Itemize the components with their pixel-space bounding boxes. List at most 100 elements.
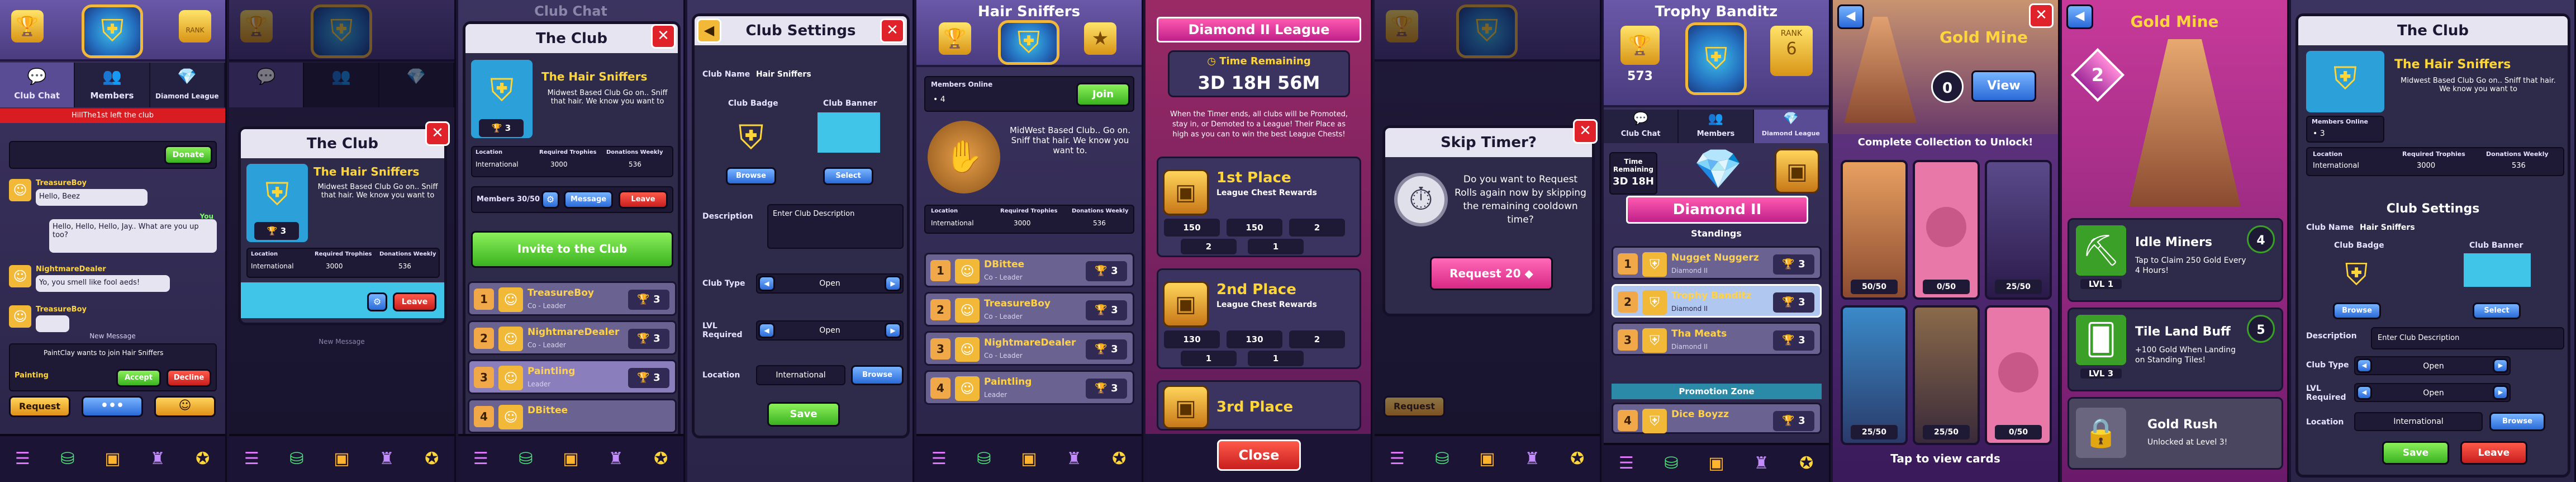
member-row[interactable]: 3 ☺ NightmareDealer Co - Leader 🏆 3 (924, 331, 1134, 366)
menu-icon[interactable]: ☰ (8, 445, 37, 474)
menu-icon[interactable]: ☰ (1382, 445, 1411, 474)
chat-input-button[interactable]: ••• (82, 396, 143, 417)
accept-button[interactable]: Accept (116, 369, 161, 387)
member-row[interactable]: 4 ☺ DBittee (468, 399, 677, 433)
donate-button[interactable]: Donate (164, 145, 212, 164)
leave-button[interactable]: Leave (2460, 441, 2527, 465)
shop-icon[interactable]: ⛁ (511, 445, 540, 474)
leave-button[interactable]: Leave (393, 292, 436, 311)
shop-icon[interactable]: ⛁ (969, 445, 999, 474)
trophy-icon[interactable]: ✪ (417, 445, 446, 474)
member-row[interactable]: 1 ☺ TreasureBoy Co - Leader 🏆 3 (468, 281, 677, 316)
close-icon[interactable]: ✕ (425, 121, 450, 146)
collection-card[interactable]: 25/50 (1985, 160, 2052, 300)
collection-card[interactable]: 25/50 (1841, 305, 1908, 445)
request-skip-button[interactable]: Request 20 ◆ (1430, 257, 1553, 290)
chevron-right-icon[interactable]: ▶ (2493, 358, 2508, 373)
tab-members[interactable]: 👥 Members (1679, 110, 1754, 143)
standings-row[interactable]: 4 ⛨ Dice Boyzz 🏆 3 (1612, 403, 1822, 434)
leave-button[interactable]: Leave (619, 191, 668, 209)
select-banner-button[interactable]: Select (2473, 303, 2521, 319)
tab-members[interactable]: 👥 Members (75, 63, 150, 107)
close-icon[interactable]: ✕ (2029, 3, 2054, 28)
shop-icon[interactable]: ⛁ (1428, 445, 1457, 474)
shop-icon[interactable]: ⛁ (282, 445, 311, 474)
club-icon[interactable]: ♜ (601, 445, 630, 474)
tab-diamond-league[interactable]: 💎 Diamond League (150, 63, 225, 107)
emoji-button[interactable]: ☺ (154, 396, 216, 417)
member-row[interactable]: 4 ☺ Paintling Leader 🏆 3 (924, 370, 1134, 405)
chest-icon[interactable]: ▣ (327, 445, 356, 474)
message-button[interactable]: Message (564, 191, 613, 209)
club-icon[interactable]: ♜ (1747, 449, 1776, 478)
close-icon[interactable]: ✕ (1573, 119, 1598, 144)
collection-card-locked[interactable]: 0/50 (1985, 305, 2052, 445)
request-button[interactable]: Request (1384, 396, 1445, 417)
collection-card[interactable]: 25/50 (1913, 305, 1980, 445)
browse-badge-button[interactable]: Browse (2333, 303, 2381, 319)
request-button[interactable]: Request (9, 396, 70, 417)
close-icon[interactable]: ✕ (880, 18, 905, 43)
tab-club-chat[interactable]: 💬 Club Chat (1604, 110, 1679, 143)
chevron-right-icon[interactable]: ▶ (2493, 385, 2508, 400)
chest-icon[interactable]: ▣ (1775, 149, 1819, 193)
description-field[interactable]: Enter Club Description (767, 204, 904, 249)
chevron-left-icon[interactable]: ◀ (2356, 358, 2372, 373)
member-row[interactable]: 3 ☺ Paintling Leader 🏆 3 (468, 360, 677, 394)
shop-icon[interactable]: ⛁ (53, 445, 82, 474)
tab-diamond-league[interactable]: 💎 Diamond League (1753, 110, 1829, 143)
club-icon[interactable]: ♜ (143, 445, 172, 474)
chest-icon[interactable]: ▣ (556, 445, 585, 474)
save-button[interactable]: Save (767, 402, 840, 427)
trophy-icon[interactable]: ✪ (647, 445, 676, 474)
member-row[interactable]: 2 ☺ NightmareDealer Co - Leader 🏆 3 (468, 320, 677, 355)
collection-card[interactable]: 50/50 (1841, 160, 1908, 300)
select-banner-button[interactable]: Select (823, 167, 873, 185)
club-icon[interactable]: ♜ (1059, 445, 1089, 474)
shop-icon[interactable]: ⛁ (1657, 449, 1686, 478)
chest-icon[interactable]: ▣ (98, 445, 127, 474)
close-button[interactable]: Close (1217, 440, 1301, 471)
location-field[interactable]: International (756, 365, 845, 385)
tab-club-chat[interactable]: 💬 Club Chat (0, 63, 75, 107)
back-icon[interactable]: ◀ (1837, 4, 1864, 29)
collection-card-locked[interactable]: 0/50 (1913, 160, 1980, 300)
upgrade-card[interactable]: 🂠 LVL 3 Tile Land Buff +100 Gold When La… (2068, 308, 2283, 391)
browse-location-button[interactable]: Browse (851, 365, 904, 385)
view-button[interactable]: View (1971, 70, 2036, 102)
member-row[interactable]: 2 ☺ TreasureBoy Co - Leader 🏆 3 (924, 292, 1134, 327)
chest-icon[interactable]: ▣ (1472, 445, 1501, 474)
club-icon[interactable]: ♜ (1518, 445, 1547, 474)
menu-icon[interactable]: ☰ (924, 445, 953, 474)
invite-button[interactable]: Invite to the Club (471, 231, 673, 268)
menu-icon[interactable]: ☰ (237, 445, 266, 474)
save-button[interactable]: Save (2382, 441, 2449, 465)
chest-icon[interactable]: ▣ (1702, 449, 1731, 478)
chevron-right-icon[interactable]: ▶ (885, 323, 901, 338)
chevron-left-icon[interactable]: ◀ (758, 323, 775, 338)
standings-row[interactable]: 3 ⛨ Tha Meats Diamond II 🏆 3 (1612, 322, 1822, 356)
trophy-icon[interactable]: ✪ (1792, 449, 1821, 478)
join-button[interactable]: Join (1076, 83, 1130, 106)
trophy-icon[interactable]: ✪ (1105, 445, 1134, 474)
gear-icon[interactable]: ⚙ (541, 191, 559, 209)
upgrade-card[interactable]: ⛏ LVL 1 Idle Miners Tap to Claim 250 Gol… (2068, 218, 2283, 302)
menu-icon[interactable]: ☰ (466, 445, 495, 474)
trophy-icon[interactable]: ✪ (188, 445, 217, 474)
member-row[interactable]: 1 ☺ DBittee Co - Leader 🏆 3 (924, 253, 1134, 287)
club-icon[interactable]: ♜ (372, 445, 401, 474)
standings-row[interactable]: 1 ⛨ Nugget Nuggerz Diamond II 🏆 3 (1612, 246, 1822, 280)
close-icon[interactable]: ✕ (651, 24, 676, 49)
chevron-right-icon[interactable]: ▶ (885, 276, 901, 291)
browse-location-button[interactable]: Browse (2489, 412, 2545, 431)
trophy-icon[interactable]: ✪ (1563, 445, 1592, 474)
chest-icon[interactable]: ▣ (1014, 445, 1043, 474)
chevron-left-icon[interactable]: ◀ (758, 276, 775, 291)
gear-icon[interactable]: ⚙ (367, 292, 387, 311)
browse-badge-button[interactable]: Browse (726, 167, 776, 185)
decline-button[interactable]: Decline (167, 369, 211, 387)
standings-row-own[interactable]: 2 ⛨ Trophy Banditz Diamond II 🏆 3 (1612, 284, 1822, 318)
menu-icon[interactable]: ☰ (1612, 449, 1641, 478)
chevron-left-icon[interactable]: ◀ (2356, 385, 2372, 400)
description-field[interactable]: Enter Club Description (2371, 327, 2564, 349)
